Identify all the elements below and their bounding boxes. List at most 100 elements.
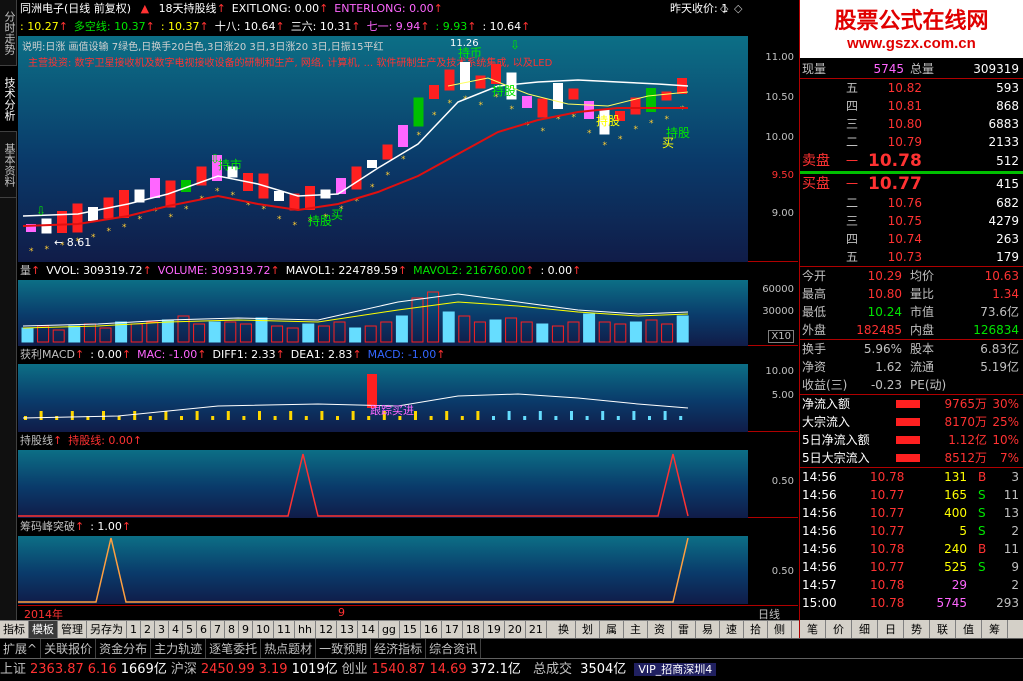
macd-bar <box>304 416 308 420</box>
ytick: 0.50 <box>771 476 794 487</box>
buy-one-row[interactable]: 买盘 一 10.77 415 <box>800 174 1023 194</box>
order-book-row[interactable]: 五 10.73 179 <box>800 248 1023 266</box>
tool-tab[interactable]: 易 <box>696 621 720 639</box>
macd-plot[interactable]: 跟踪买进 <box>18 364 748 432</box>
legend-item: : 0.00 <box>90 348 122 361</box>
macd-bar <box>195 411 199 420</box>
order-book-row[interactable]: 三 10.80 6883 <box>800 115 1023 133</box>
macd-panel: 获利MACD↑: 0.00↑ MAC: -1.00↑ DIFF1: 2.33↑ DEA… <box>18 346 798 432</box>
vtab-intraday[interactable]: 分时走势 <box>0 0 17 66</box>
index-label[interactable]: 沪深 <box>171 662 197 677</box>
tool-tab[interactable]: 属 <box>600 621 624 639</box>
tool-tab[interactable]: 资 <box>648 621 672 639</box>
vtab-fundamental[interactable]: 基本资料 <box>0 132 17 198</box>
bottom-menu-item[interactable]: 扩展^ <box>0 639 42 659</box>
bottom-menu-item[interactable]: 热点题材 <box>261 639 317 659</box>
index-label[interactable]: 创业 <box>342 662 368 677</box>
quote-tab[interactable]: 价 <box>826 620 852 640</box>
bottom-menu-item[interactable]: 主力轨迹 <box>151 639 207 659</box>
indicator-tab[interactable]: 16 <box>421 621 442 639</box>
volume-plot[interactable] <box>18 280 748 346</box>
stat-row: 净资 1.62 流通 5.19亿 <box>802 360 1019 374</box>
bottom-menu-item[interactable]: 资金分布 <box>96 639 152 659</box>
total-turnover-label: 总成交 <box>533 662 573 677</box>
indicator-tab[interactable]: 18 <box>463 621 484 639</box>
volume-bar <box>411 297 424 343</box>
stats-block: 今开 10.29 均价 10.63 最高 10.80 量比 1.34 最低 10.24 市值 73.6… <box>800 267 1023 339</box>
order-book-row[interactable]: 四 10.74 263 <box>800 230 1023 248</box>
bottom-menu-item[interactable]: 一致预期 <box>316 639 372 659</box>
indicator-tab[interactable]: 8 <box>225 621 239 639</box>
indicator-tab[interactable]: 17 <box>442 621 463 639</box>
quote-tab[interactable]: 笔 <box>800 620 826 640</box>
macd-bar <box>476 411 480 420</box>
tool-tab[interactable]: 速 <box>720 621 744 639</box>
index-label[interactable]: 上证 <box>0 662 26 677</box>
indicator-tab[interactable]: 5 <box>183 621 197 639</box>
order-book-row[interactable]: 四 10.81 868 <box>800 97 1023 115</box>
indicator-tab[interactable]: 管理 <box>58 621 87 639</box>
tool-tab[interactable]: 雷 <box>672 621 696 639</box>
tick-row: 14:56 10.77 165 S 11 <box>802 488 1019 502</box>
ytick: 60000 <box>762 284 794 295</box>
quote-tab[interactable]: 势 <box>904 620 930 640</box>
vtab-technical[interactable]: 技术分析 <box>0 66 17 132</box>
indicator-tab[interactable]: hh <box>295 621 316 639</box>
bottom-menu-item[interactable]: 经济指标 <box>371 639 427 659</box>
indicator-tab[interactable]: 4 <box>169 621 183 639</box>
indicator-tab[interactable]: 3 <box>155 621 169 639</box>
macd-bar <box>679 416 683 420</box>
indicator-tab[interactable]: 另存为 <box>87 621 127 639</box>
indicator-tab[interactable]: 6 <box>197 621 211 639</box>
fund-flow-row: 5日净流入额 1.12亿 10% <box>802 433 1019 447</box>
indicator-tab[interactable]: 7 <box>211 621 225 639</box>
tool-tab[interactable]: 划 <box>576 621 600 639</box>
hold-stock-label-2: 持股 <box>308 214 333 228</box>
indicator-tab[interactable]: 15 <box>400 621 421 639</box>
chip-plot[interactable] <box>18 536 748 604</box>
bottom-menu-item[interactable]: 逐笔委托 <box>206 639 262 659</box>
indicator-tab[interactable]: gg <box>379 621 400 639</box>
indicator-tab[interactable]: 20 <box>505 621 526 639</box>
indicator-tab[interactable]: 13 <box>337 621 358 639</box>
indicator-tab[interactable]: 12 <box>316 621 337 639</box>
bottom-menu-item[interactable]: 关联报价 <box>41 639 97 659</box>
order-book-row[interactable]: 二 10.79 2133 <box>800 133 1023 151</box>
indicator-tab[interactable]: 14 <box>358 621 379 639</box>
indicator-tab[interactable]: 2 <box>141 621 155 639</box>
bottom-menu-item[interactable]: 综合资讯 <box>426 639 482 659</box>
sell-one-row[interactable]: 卖盘 一 10.78 512 <box>800 151 1023 171</box>
quote-tab[interactable]: 值 <box>956 620 982 640</box>
left-vertical-tabs: 分时走势 技术分析 基本资料 <box>0 0 17 620</box>
indicator-tab[interactable]: 11 <box>274 621 295 639</box>
indicator-tab[interactable]: 1 <box>127 621 141 639</box>
indicator-tab[interactable]: 9 <box>239 621 253 639</box>
tick-row: 14:56 10.78 131 B 3 <box>802 470 1019 484</box>
indicator-tab[interactable]: 19 <box>484 621 505 639</box>
tool-tab[interactable]: 换 <box>552 621 576 639</box>
quote-tab[interactable]: 筹 <box>982 620 1008 640</box>
quote-tab[interactable]: 细 <box>852 620 878 640</box>
order-book-row[interactable]: 三 10.75 4279 <box>800 212 1023 230</box>
hold-line <box>18 453 689 517</box>
quote-tab[interactable]: 联 <box>930 620 956 640</box>
indicator-tab[interactable]: 模板 <box>29 621 58 639</box>
main-legend-line2: : 10.27↑ 多空线: 10.37↑: 10.37↑ 十八: 10.64↑ 三六:… <box>18 18 798 36</box>
order-book-row[interactable]: 二 10.76 682 <box>800 194 1023 212</box>
indicator-tab[interactable]: 指标 <box>0 621 29 639</box>
sell-book: 五 10.82 593 四 10.81 868 三 10.80 6883 二 10.79 2133 <box>800 79 1023 151</box>
quote-tab[interactable]: 日 <box>878 620 904 640</box>
tool-tab[interactable]: 侧 <box>768 621 792 639</box>
order-book-row[interactable]: 五 10.82 593 <box>800 79 1023 97</box>
chip-yaxis: 0.50 <box>748 536 798 604</box>
tool-tab[interactable]: 主 <box>624 621 648 639</box>
server-label[interactable]: VIP_招商深圳4 <box>634 663 717 676</box>
settings-icon[interactable]: ◇ <box>734 0 742 18</box>
indicator-tab[interactable]: 10 <box>253 621 274 639</box>
indicator-tab[interactable]: 21 <box>526 621 547 639</box>
main-plot[interactable]: 说明:日涨 画值设输 7绿色,日换手20白色,3日涨20 3日,3日涨20 3日… <box>18 36 748 262</box>
diamond-icon[interactable]: ◇ <box>720 0 728 18</box>
tool-tab[interactable]: 拾 <box>744 621 768 639</box>
legend-arrow-icon: ↑ <box>197 348 207 361</box>
hold-plot[interactable] <box>18 450 748 518</box>
